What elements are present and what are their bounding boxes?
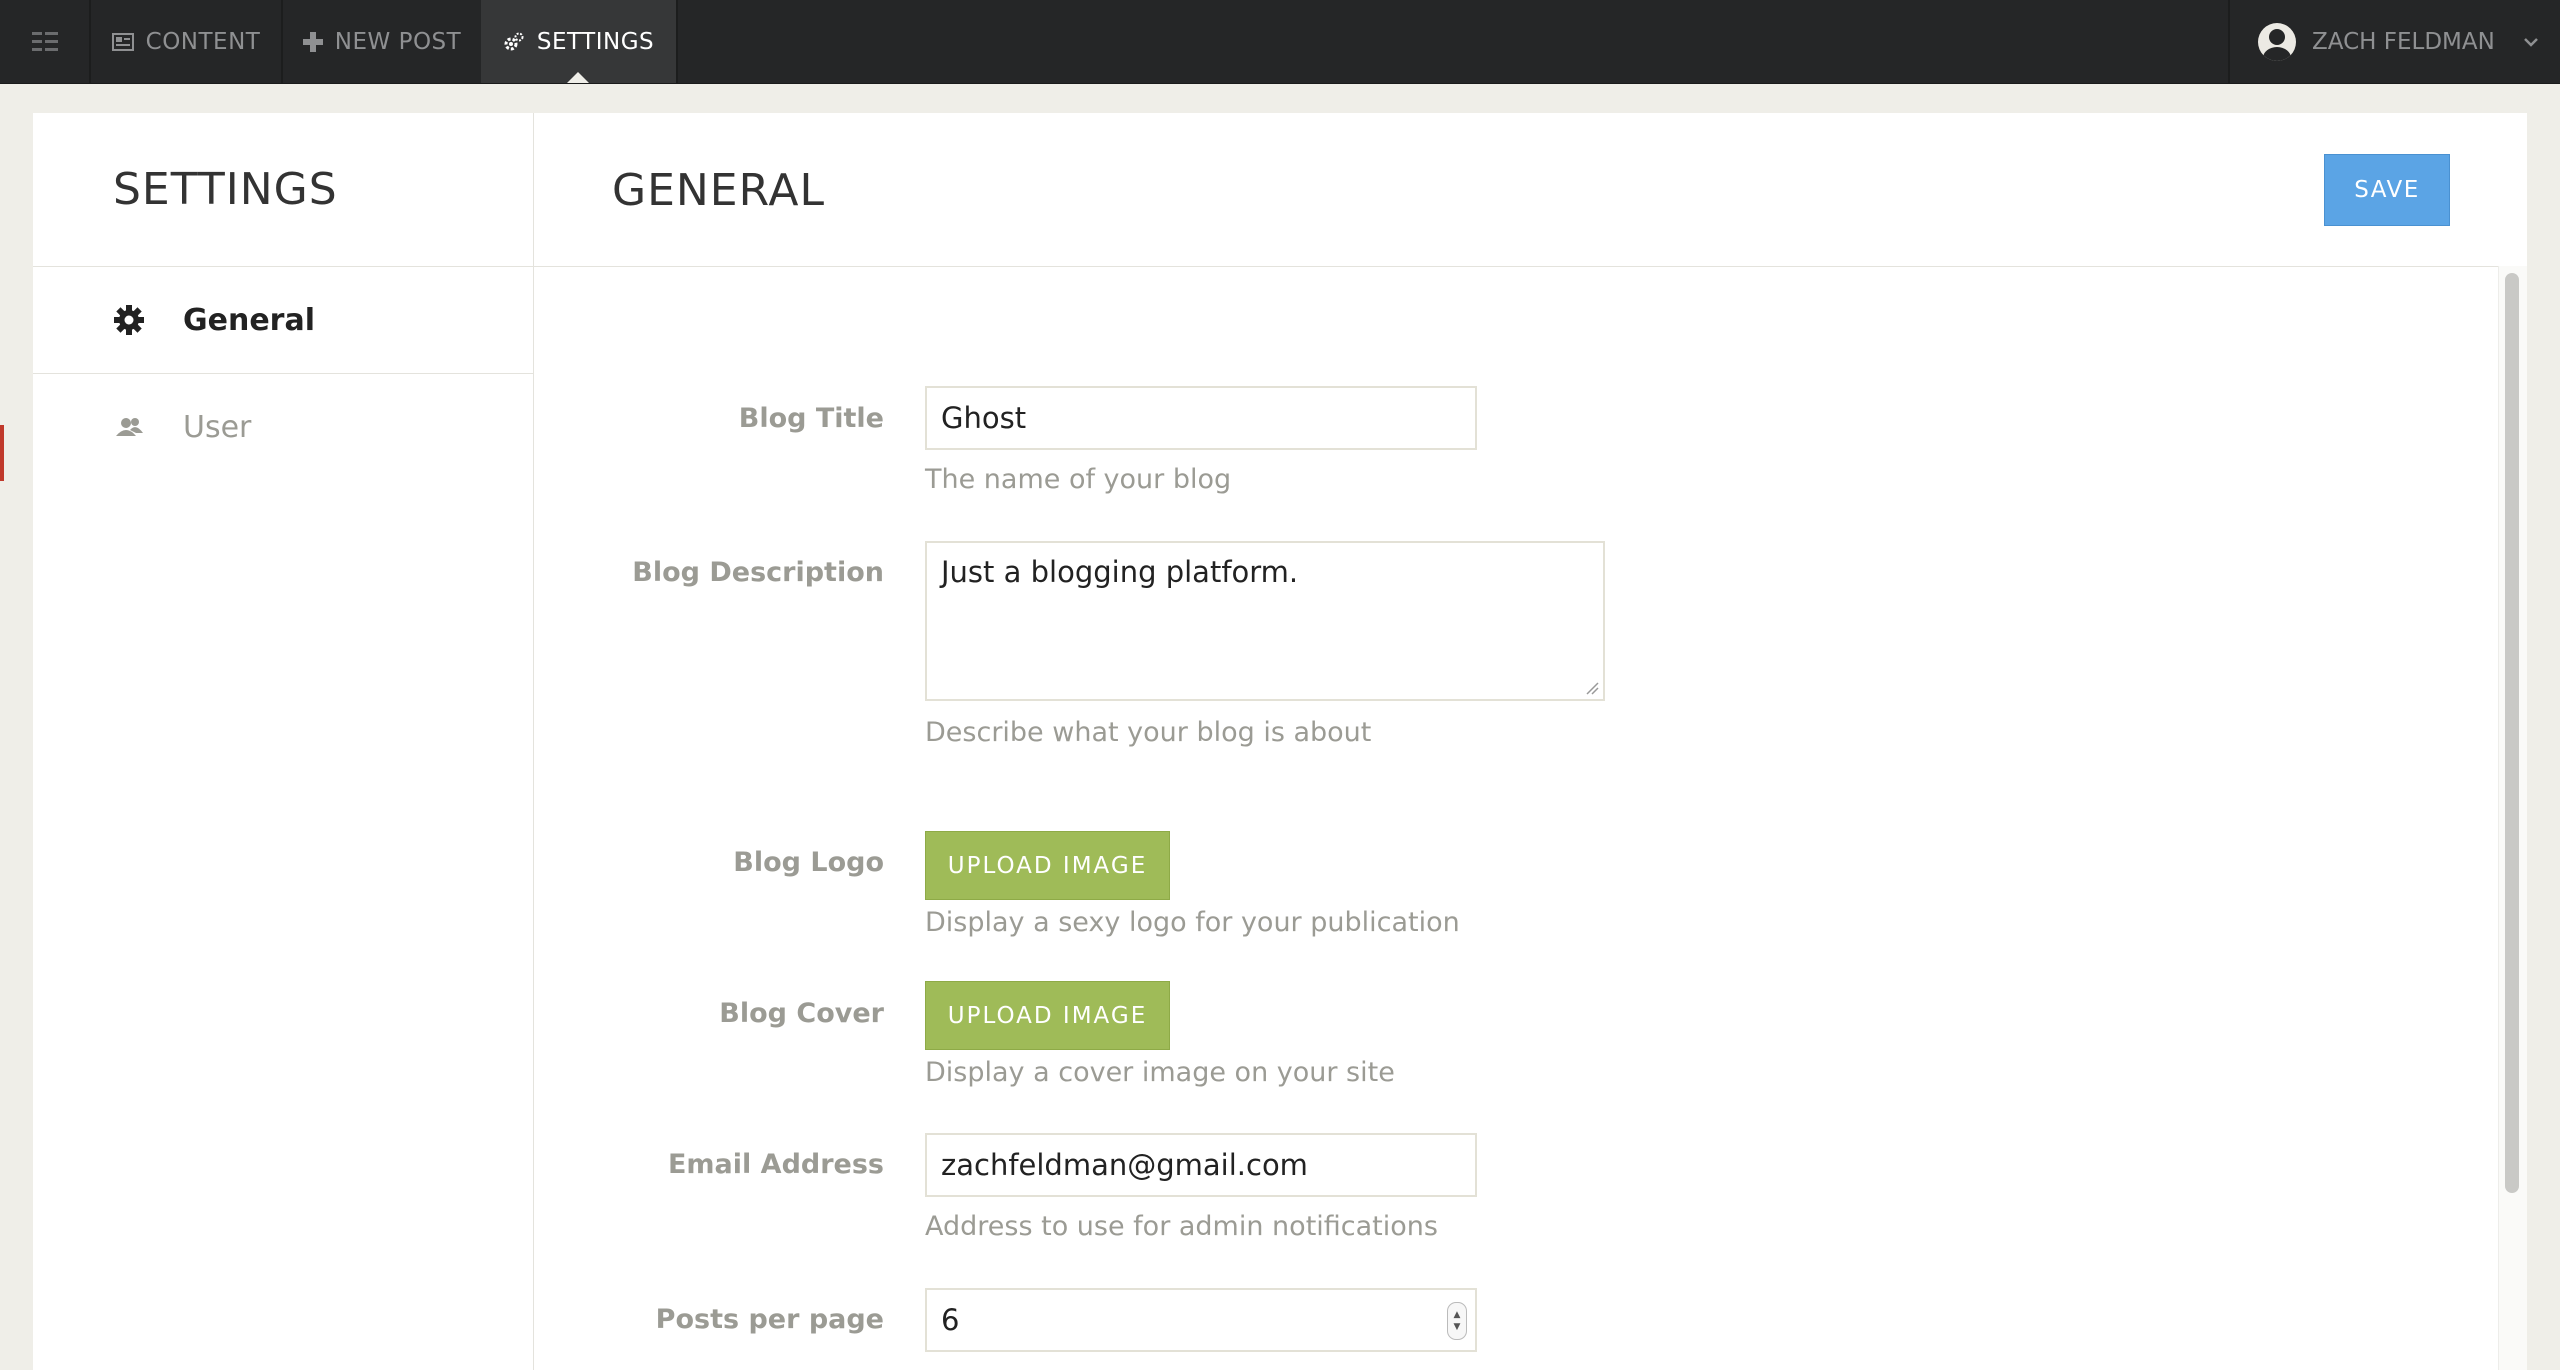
user-name: Zach Feldman [2312, 28, 2495, 55]
nav-divider [676, 0, 678, 83]
user-icon [113, 416, 145, 438]
blog-title-label: Blog Title [738, 403, 884, 434]
blog-title-help: The name of your blog [925, 464, 1232, 495]
top-navigation-bar: Content New Post Settings Zach Feldman [0, 0, 2560, 84]
nav-content-label: Content [145, 28, 261, 55]
content-header: GENERAL Save [534, 113, 2527, 267]
blog-description-label: Blog Description [632, 557, 884, 588]
plus-icon [302, 31, 323, 52]
user-menu[interactable]: Zach Feldman [2230, 0, 2560, 83]
active-caret [567, 72, 589, 83]
email-help: Address to use for admin notifications [925, 1211, 1438, 1242]
posts-per-page-stepper[interactable]: 6 ▲ ▼ [925, 1288, 1477, 1352]
gear-icon [113, 305, 145, 335]
content-icon [111, 32, 134, 51]
blog-description-help: Describe what your blog is about [925, 717, 1372, 748]
settings-sidebar: SETTINGS General User [33, 113, 534, 1370]
edge-marker [0, 425, 4, 481]
email-value: zachfeldman@gmail.com [941, 1148, 1308, 1182]
avatar [2258, 22, 2296, 61]
blog-logo-upload-button[interactable]: Upload Image [925, 831, 1170, 900]
posts-per-page-value: 6 [941, 1303, 960, 1337]
gears-icon [504, 32, 524, 50]
nav-new-post-label: New Post [334, 28, 462, 55]
nav-settings[interactable]: Settings [481, 0, 676, 83]
blog-cover-upload-button[interactable]: Upload Image [925, 981, 1170, 1050]
email-field[interactable]: zachfeldman@gmail.com [925, 1133, 1477, 1197]
blog-description-value: Just a blogging platform. [941, 555, 1299, 589]
resize-handle-icon[interactable] [1585, 681, 1599, 695]
nav-content[interactable]: Content [91, 0, 281, 83]
nav-new-post[interactable]: New Post [283, 0, 481, 83]
settings-panel: SETTINGS General User GENERAL Save Blog … [33, 113, 2527, 1370]
sidebar-item-user[interactable]: User [33, 374, 533, 480]
blog-cover-label: Blog Cover [719, 998, 884, 1029]
posts-per-page-label: Posts per page [655, 1304, 884, 1335]
email-label: Email Address [667, 1149, 884, 1180]
blog-description-textarea[interactable]: Just a blogging platform. [925, 541, 1605, 701]
blog-title-input[interactable]: Ghost [925, 386, 1477, 450]
page-title: GENERAL [612, 165, 826, 216]
sidebar-item-general[interactable]: General [33, 267, 533, 374]
sidebar-item-label: General [183, 302, 315, 338]
blog-cover-help: Display a cover image on your site [925, 1057, 1395, 1088]
blog-logo-label: Blog Logo [733, 847, 884, 878]
blog-logo-help: Display a sexy logo for your publication [925, 907, 1460, 938]
menu-icon[interactable] [32, 30, 58, 58]
save-button[interactable]: Save [2324, 154, 2450, 226]
sidebar-title: SETTINGS [113, 164, 338, 215]
sidebar-header: SETTINGS [33, 113, 533, 267]
stepper-arrows-icon[interactable]: ▲ ▼ [1447, 1302, 1467, 1340]
scrollbar-thumb[interactable] [2505, 273, 2519, 1193]
nav-settings-label: Settings [536, 28, 655, 55]
blog-title-value: Ghost [941, 401, 1027, 435]
sidebar-item-label: User [183, 409, 252, 445]
chevron-down-icon [2523, 37, 2538, 47]
